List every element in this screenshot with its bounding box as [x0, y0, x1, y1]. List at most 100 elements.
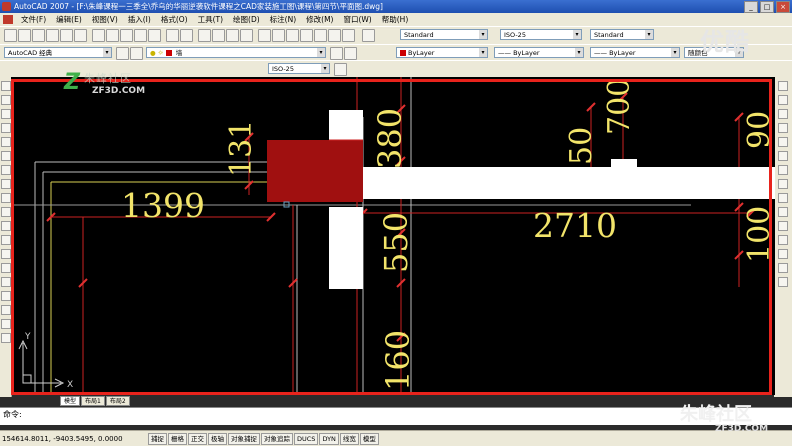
close-button[interactable]: ×: [776, 1, 790, 13]
extend-icon[interactable]: [778, 221, 788, 231]
dim-2710[interactable]: 2710: [533, 206, 617, 245]
copy-icon[interactable]: [106, 29, 119, 42]
wall-segment[interactable]: [329, 207, 363, 289]
dim-90[interactable]: 90: [742, 111, 777, 149]
undo-icon[interactable]: [166, 29, 179, 42]
preview-icon[interactable]: [60, 29, 73, 42]
rectangle-icon[interactable]: [1, 137, 11, 147]
menu-window[interactable]: 窗口(W): [338, 13, 376, 26]
workspace-select[interactable]: AutoCAD 经典 ▾: [4, 47, 112, 58]
mtext-icon[interactable]: [1, 333, 11, 343]
design-center-icon[interactable]: [272, 29, 285, 42]
quickcalc-icon[interactable]: [328, 29, 341, 42]
osnap-toggle[interactable]: 对象捕捉: [228, 432, 260, 445]
fillet-icon[interactable]: [778, 263, 788, 273]
redo-icon[interactable]: [180, 29, 193, 42]
explode-icon[interactable]: [778, 277, 788, 287]
array-icon[interactable]: [778, 137, 788, 147]
dim-50[interactable]: 50: [564, 127, 599, 165]
column[interactable]: [267, 140, 363, 202]
lineweight-select[interactable]: —— ByLayer ▾: [590, 47, 680, 58]
chamfer-icon[interactable]: [778, 249, 788, 259]
maximize-button[interactable]: □: [760, 1, 774, 13]
model-toggle[interactable]: 模型: [359, 432, 379, 445]
workspace-settings-icon[interactable]: [116, 47, 129, 60]
insert-block-icon[interactable]: [1, 235, 11, 245]
dim-100[interactable]: 100: [742, 206, 777, 263]
zoom-window-icon[interactable]: [226, 29, 239, 42]
wall-segment[interactable]: [611, 159, 637, 169]
linetype-select[interactable]: —— ByLayer ▾: [494, 47, 584, 58]
polar-toggle[interactable]: 极轴: [208, 432, 227, 445]
copy-object-icon[interactable]: [778, 95, 788, 105]
offset-icon[interactable]: [778, 123, 788, 133]
drawing-canvas[interactable]: 1399 131 380 550 160 50 700 2710 90 100 …: [11, 77, 777, 395]
otrack-toggle[interactable]: 对象追踪: [261, 432, 293, 445]
publish-icon[interactable]: [74, 29, 87, 42]
revcloud-icon[interactable]: [1, 179, 11, 189]
move-icon[interactable]: [778, 151, 788, 161]
make-current-layer-icon[interactable]: [330, 47, 343, 60]
ellipse-arc-icon[interactable]: [1, 221, 11, 231]
sheet-set-icon[interactable]: [300, 29, 313, 42]
stretch-icon[interactable]: [778, 193, 788, 203]
circle-icon[interactable]: [1, 165, 11, 175]
lineweight-toggle[interactable]: 线宽: [339, 432, 359, 445]
snap-toggle[interactable]: 捕捉: [148, 432, 167, 445]
open-icon[interactable]: [18, 29, 31, 42]
properties-icon[interactable]: [258, 29, 271, 42]
dim-131[interactable]: 131: [224, 120, 259, 177]
mirror-icon[interactable]: [778, 109, 788, 119]
save-icon[interactable]: [32, 29, 45, 42]
layer-previous-icon[interactable]: [344, 47, 357, 60]
scale-icon[interactable]: [778, 179, 788, 189]
hatch-icon[interactable]: [1, 277, 11, 287]
document-icon[interactable]: [3, 15, 13, 24]
tab-layout1[interactable]: 布局1: [81, 396, 105, 406]
dim-style-select[interactable]: ISO-25 ▾: [500, 29, 582, 40]
menu-tools[interactable]: 工具(T): [193, 13, 228, 26]
dim-160[interactable]: 160: [379, 330, 417, 391]
new-icon[interactable]: [4, 29, 17, 42]
line-icon[interactable]: [1, 81, 11, 91]
menu-file[interactable]: 文件(F): [16, 13, 51, 26]
trim-icon[interactable]: [778, 207, 788, 217]
tab-layout2[interactable]: 布局2: [105, 396, 130, 406]
pan-icon[interactable]: [198, 29, 211, 42]
ortho-toggle[interactable]: 正交: [188, 432, 207, 445]
break-icon[interactable]: [778, 235, 788, 245]
wall-segment[interactable]: [329, 110, 363, 140]
dim-700[interactable]: 700: [602, 78, 637, 135]
table-icon[interactable]: [1, 319, 11, 329]
match-properties-icon[interactable]: [134, 29, 147, 42]
menu-modify[interactable]: 修改(M): [301, 13, 338, 26]
cut-icon[interactable]: [92, 29, 105, 42]
region-icon[interactable]: [1, 305, 11, 315]
help-icon[interactable]: [342, 29, 355, 42]
minimize-button[interactable]: _: [744, 1, 758, 13]
dim-380[interactable]: 380: [371, 108, 409, 169]
grid-toggle[interactable]: 栅格: [168, 432, 187, 445]
layer-select[interactable]: ● ☼ 墙 ▾: [146, 47, 326, 58]
point-icon[interactable]: [1, 263, 11, 273]
print-icon[interactable]: [46, 29, 59, 42]
construction-line-icon[interactable]: [1, 95, 11, 105]
tool-palettes-icon[interactable]: [286, 29, 299, 42]
dim-style-icon[interactable]: [334, 63, 347, 76]
paste-icon[interactable]: [120, 29, 133, 42]
erase-icon[interactable]: [778, 81, 788, 91]
menu-draw[interactable]: 绘图(D): [228, 13, 265, 26]
tab-model[interactable]: 模型: [60, 396, 81, 406]
autocad-app-icon[interactable]: [2, 2, 11, 11]
ellipse-icon[interactable]: [1, 207, 11, 217]
spline-icon[interactable]: [1, 193, 11, 203]
dim-550[interactable]: 550: [377, 212, 415, 273]
text-style-select[interactable]: Standard ▾: [400, 29, 488, 40]
rotate-icon[interactable]: [778, 165, 788, 175]
arc-icon[interactable]: [1, 151, 11, 161]
zoom-realtime-icon[interactable]: [212, 29, 225, 42]
menu-insert[interactable]: 插入(I): [123, 13, 156, 26]
layer-manager-icon[interactable]: [130, 47, 143, 60]
block-editor-icon[interactable]: [148, 29, 161, 42]
menu-dimension[interactable]: 标注(N): [265, 13, 301, 26]
